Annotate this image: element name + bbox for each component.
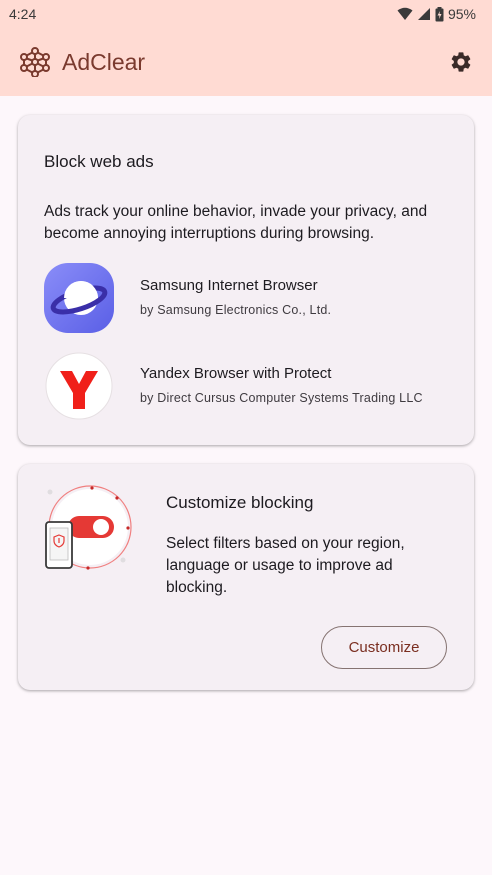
gear-icon: [451, 52, 471, 72]
customize-blocking-card: Customize blocking Select filters based …: [18, 464, 474, 690]
battery-percent: 95%: [447, 6, 476, 22]
settings-button[interactable]: [448, 49, 474, 75]
status-time: 4:24: [9, 6, 37, 22]
browser-name: Yandex Browser with Protect: [140, 365, 332, 382]
cellular-signal-icon: [417, 8, 430, 20]
status-bar: 4:24 95%: [0, 0, 492, 28]
samsung-internet-icon: [44, 263, 114, 333]
browser-name: Samsung Internet Browser: [140, 277, 318, 294]
app-title: AdClear: [62, 48, 146, 75]
app-bar: AdClear: [0, 28, 492, 96]
browser-item-yandex[interactable]: Yandex Browser with Protect by Direct Cu…: [44, 351, 464, 421]
block-web-ads-card: Block web ads Ads track your online beha…: [18, 115, 474, 445]
card-title: Customize blocking: [166, 493, 314, 512]
status-icons: 95%: [397, 6, 476, 22]
battery-icon: [435, 6, 444, 21]
wifi-icon: [397, 7, 413, 20]
customize-button[interactable]: Customize: [321, 626, 447, 669]
card-title: Block web ads: [44, 152, 154, 171]
card-description: Select filters based on your region, lan…: [166, 535, 405, 596]
phone-toggle-illustration: [45, 485, 132, 570]
yandex-icon: [45, 352, 113, 420]
network-hexagon-icon: [20, 47, 50, 77]
browser-developer: by Direct Cursus Computer Systems Tradin…: [140, 391, 423, 405]
browser-item-samsung[interactable]: Samsung Internet Browser by Samsung Elec…: [44, 263, 464, 333]
browser-developer: by Samsung Electronics Co., Ltd.: [140, 303, 332, 317]
card-description: Ads track your online behavior, invade y…: [44, 203, 428, 242]
